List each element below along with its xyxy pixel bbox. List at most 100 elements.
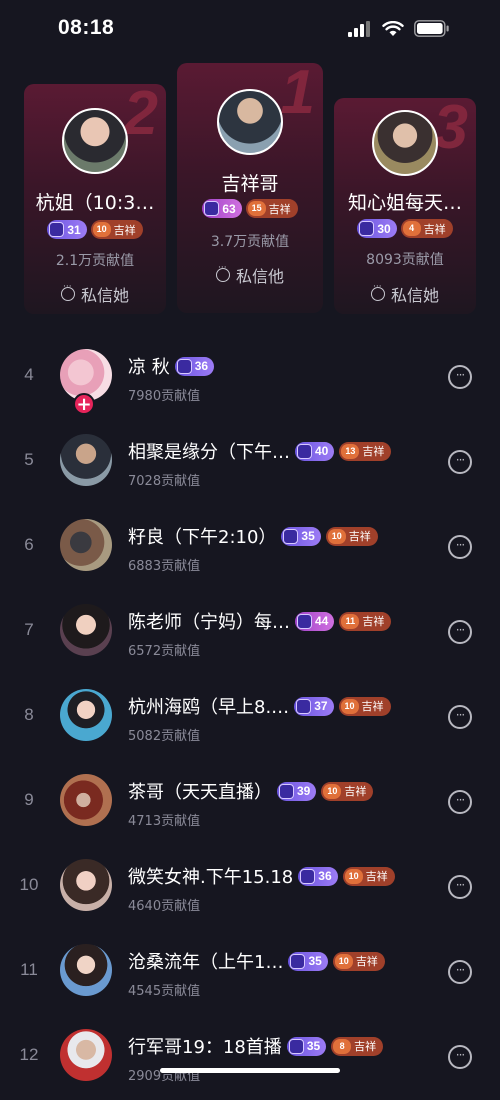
heart-icon: 10 [92, 222, 111, 237]
user-name-row: 微笑女神.下午15.18 36 10 吉祥 [128, 863, 395, 889]
gem-icon [297, 613, 312, 629]
rank-number: 8 [24, 705, 34, 724]
gem-icon [288, 1038, 304, 1054]
rank-number: 12 [19, 1045, 39, 1064]
user-name: 籽良（下午2:10） [128, 527, 277, 548]
heart-icon: 10 [327, 528, 346, 544]
list-item[interactable]: 9 茶哥（天天直播） 39 10 吉祥 4713贡献值 ··· [0, 760, 500, 845]
podium-card-rank-2[interactable]: 2 杭姐（10:3… 31 10吉祥 2.1万贡献值 私信她 [24, 84, 166, 314]
avatar[interactable] [60, 519, 112, 571]
heart-icon: 10 [340, 698, 359, 714]
message-button[interactable]: 私信他 [177, 263, 323, 287]
fan-badge: 10 吉祥 [90, 220, 143, 239]
podium-card-rank-1[interactable]: 1 吉祥哥 63 15吉祥 3.7万贡献值 私信他 [177, 63, 323, 313]
rank-number: 11 [20, 960, 38, 979]
chat-icon[interactable]: ··· [448, 365, 472, 389]
user-name-row: 凉 秋 36 [128, 353, 215, 379]
fan-badge: 10 吉祥 [321, 781, 374, 801]
level-badge: 39 [277, 781, 317, 801]
rank-number: 5 [24, 450, 34, 469]
list-item[interactable]: 5 相聚是缘分（下午… 40 13 吉祥 7028贡献值 ··· [0, 420, 500, 505]
level-badge: 35 [281, 526, 321, 546]
contribution-value: 2.1万贡献值 [55, 253, 135, 269]
level-badge: 30 [357, 219, 397, 238]
list-item[interactable]: 7 陈老师（宁妈）每… 44 11 吉祥 6572贡献值 ··· [0, 590, 500, 675]
chat-icon[interactable]: ··· [448, 1045, 472, 1069]
fan-badge: 8 吉祥 [331, 1036, 384, 1056]
fan-badge: 15 吉祥 [245, 199, 298, 218]
top-three-podium: 2 杭姐（10:3… 31 10吉祥 2.1万贡献值 私信她 1 吉祥哥 63 … [0, 0, 500, 340]
user-name: 相聚是缘分（下午… [128, 442, 290, 463]
rank-number: 10 [19, 875, 39, 894]
chat-icon[interactable]: ··· [448, 620, 472, 644]
avatar[interactable] [60, 689, 112, 741]
chat-icon[interactable]: ··· [448, 450, 472, 474]
heart-icon: 15 [247, 201, 266, 216]
level-badge: 31 [47, 220, 87, 239]
gem-icon [290, 953, 306, 969]
user-badges: 30 4 吉祥 [334, 219, 476, 238]
avatar[interactable] [62, 108, 128, 174]
list-item[interactable]: 10 微笑女神.下午15.18 36 10 吉祥 4640贡献值 ··· [0, 845, 500, 930]
gem-icon [49, 222, 65, 237]
gem-icon [359, 221, 375, 236]
follow-button[interactable]: + [73, 393, 95, 415]
list-item[interactable]: 12 行军哥19：18首播 35 8 吉祥 2909贡献值 ··· [0, 1015, 500, 1100]
contribution-value: 6883贡献值 [128, 559, 201, 574]
message-button[interactable]: 私信她 [24, 282, 166, 306]
gem-icon [283, 528, 299, 544]
gem-icon [297, 443, 312, 459]
gem-icon [176, 358, 192, 374]
gem-icon [279, 783, 294, 799]
message-button[interactable]: 私信她 [334, 282, 476, 306]
fan-badge: 11 吉祥 [339, 611, 392, 631]
chat-icon[interactable]: ··· [448, 705, 472, 729]
list-item[interactable]: 11 沧桑流年（上午1… 35 10 吉祥 4545贡献值 ··· [0, 930, 500, 1015]
chat-icon[interactable]: ··· [448, 535, 472, 559]
avatar[interactable] [60, 944, 112, 996]
avatar[interactable] [372, 110, 438, 176]
list-item[interactable]: 6 籽良（下午2:10） 35 10 吉祥 6883贡献值 ··· [0, 505, 500, 590]
level-badge: 63 [202, 199, 242, 218]
user-name: 微笑女神.下午15.18 [128, 867, 294, 888]
message-label: 私信她 [390, 286, 439, 305]
avatar[interactable] [60, 774, 112, 826]
heart-icon: 10 [323, 783, 342, 799]
heart-icon: 8 [333, 1038, 352, 1054]
chat-icon [215, 263, 230, 282]
chat-icon[interactable]: ··· [448, 790, 472, 814]
heart-icon: 13 [341, 443, 360, 459]
home-indicator[interactable] [160, 1068, 340, 1073]
avatar[interactable] [60, 604, 112, 656]
user-name: 杭州海鸥（早上8.… [128, 697, 290, 718]
avatar[interactable] [217, 89, 283, 155]
level-badge: 36 [174, 356, 215, 376]
list-item[interactable]: 4 + 凉 秋 36 7980贡献值 ··· [0, 335, 500, 420]
chat-icon [60, 282, 75, 301]
podium-card-rank-3[interactable]: 3 知心姐每天… 30 4吉祥 8093贡献值 私信她 [334, 98, 476, 314]
rank-number-1: 1 [280, 63, 315, 127]
rank-number: 4 [24, 365, 34, 384]
level-badge: 40 [295, 441, 335, 461]
level-badge: 37 [294, 696, 334, 716]
chat-icon [370, 282, 385, 301]
message-label: 私信他 [235, 267, 284, 286]
gem-icon [204, 201, 220, 216]
fan-badge: 10 吉祥 [338, 696, 391, 716]
chat-icon[interactable]: ··· [448, 960, 472, 984]
heart-icon: 4 [402, 221, 421, 236]
list-item[interactable]: 8 杭州海鸥（早上8.… 37 10 吉祥 5082贡献值 ··· [0, 675, 500, 760]
avatar[interactable] [60, 859, 112, 911]
rank-number-2: 2 [123, 84, 158, 148]
heart-icon: 10 [334, 953, 353, 969]
contribution-value: 8093贡献值 [366, 252, 444, 268]
chat-icon[interactable]: ··· [448, 875, 472, 899]
rank-number: 7 [24, 620, 34, 639]
rank-number-3: 3 [433, 98, 468, 162]
contribution-value: 7028贡献值 [128, 474, 201, 489]
avatar[interactable] [60, 1029, 112, 1081]
avatar[interactable] [60, 434, 112, 486]
user-name-row: 杭州海鸥（早上8.… 37 10 吉祥 [128, 693, 391, 719]
gem-icon [296, 698, 312, 714]
contribution-value: 4640贡献值 [128, 899, 201, 914]
